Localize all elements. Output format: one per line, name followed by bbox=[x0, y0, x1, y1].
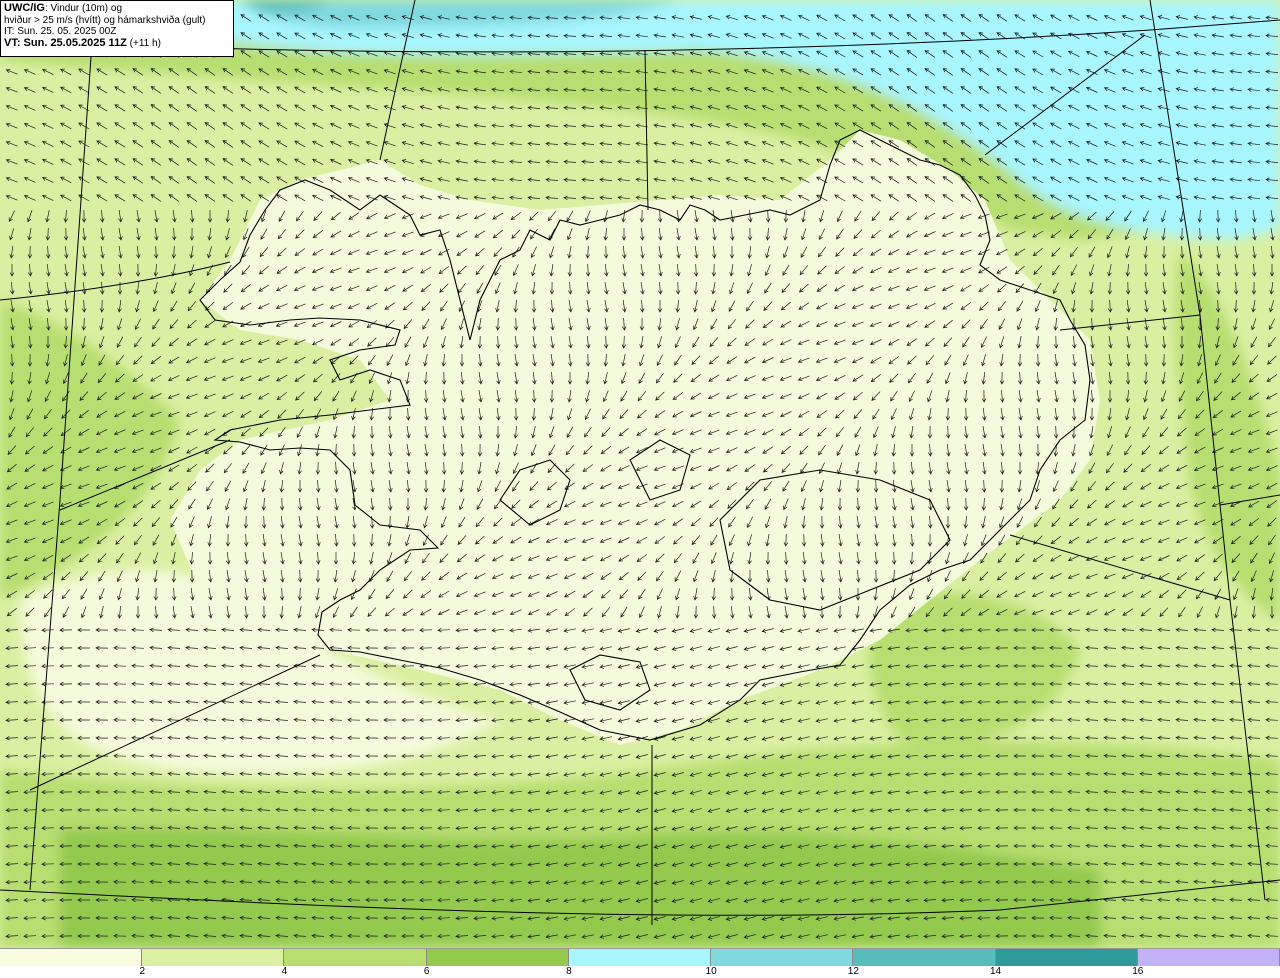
color-scale-legend: 2 4 6 8 10 12 14 16 bbox=[0, 948, 1280, 978]
valid-time: VT: Sun. 25.05.2025 11Z bbox=[4, 36, 127, 49]
legend-swatch bbox=[711, 949, 854, 966]
legend-swatch bbox=[995, 949, 1138, 966]
legend-tick-labels: 2 4 6 8 10 12 14 16 bbox=[0, 966, 1280, 978]
forecast-hour: (+11 h) bbox=[126, 37, 161, 49]
legend-tick-label: 14 bbox=[989, 966, 1002, 977]
model-name: UWC/IG bbox=[4, 2, 45, 14]
legend-swatch bbox=[1137, 949, 1280, 966]
legend-tick-label: 6 bbox=[423, 966, 430, 977]
title-line-2: hviður > 25 m/s (hvítt) og hámarkshviða … bbox=[4, 14, 206, 26]
legend-tick-label: 2 bbox=[139, 966, 145, 977]
map-info-box: UWC/IG: Vindur (10m) og hviður > 25 m/s … bbox=[0, 0, 234, 57]
legend-swatch bbox=[853, 949, 996, 966]
legend-tick-label: 8 bbox=[566, 966, 572, 977]
title-rest: : Vindur (10m) og bbox=[44, 3, 123, 14]
legend-swatch bbox=[568, 949, 712, 966]
legend-tick-label: 16 bbox=[1132, 966, 1144, 977]
legend-swatch bbox=[142, 949, 285, 966]
legend-swatch bbox=[426, 949, 569, 966]
legend-tick-label: 4 bbox=[281, 966, 288, 977]
legend-swatch bbox=[0, 949, 143, 966]
legend-color-bar bbox=[0, 948, 1280, 966]
legend-tick-label: 10 bbox=[705, 966, 717, 977]
legend-tick-label: 12 bbox=[847, 966, 859, 977]
legend-swatch bbox=[284, 949, 427, 966]
wind-map bbox=[0, 0, 1280, 948]
